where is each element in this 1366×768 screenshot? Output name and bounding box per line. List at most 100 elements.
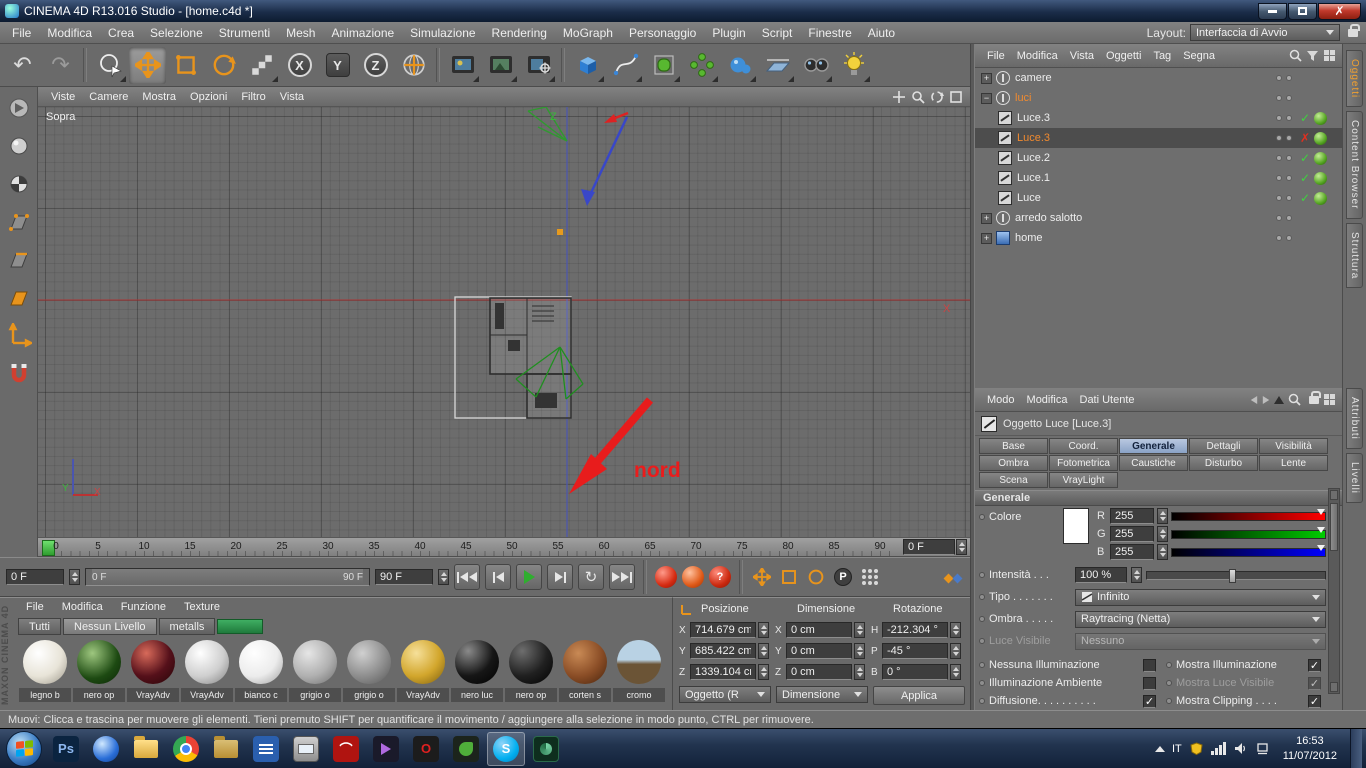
action-center-icon[interactable]: [1255, 741, 1270, 756]
tree-item-home[interactable]: + home: [975, 228, 1342, 248]
color-b-slider[interactable]: [1171, 544, 1326, 557]
redo-button[interactable]: ↷: [42, 47, 79, 84]
color-b-field[interactable]: 255: [1110, 544, 1154, 560]
side-tab-struttura[interactable]: Struttura: [1346, 222, 1363, 289]
tree-item-luci[interactable]: − luci: [975, 88, 1342, 108]
modeling-settings-button[interactable]: [243, 47, 280, 84]
stepper[interactable]: [950, 664, 961, 680]
tab-generale[interactable]: Generale: [1119, 438, 1188, 454]
make-editable-button[interactable]: [2, 90, 36, 126]
am-panel-icon[interactable]: [1323, 393, 1336, 406]
ruler-frame-stepper[interactable]: [956, 539, 967, 555]
previous-frame-button[interactable]: [485, 564, 511, 590]
taskbar-skype[interactable]: S: [487, 731, 525, 766]
am-menu-modo[interactable]: Modo: [981, 393, 1021, 407]
add-floor-button[interactable]: [759, 47, 796, 84]
taskbar-chrome[interactable]: [167, 732, 205, 766]
vp-menu-vista[interactable]: Vista: [273, 90, 311, 104]
visibility-dots[interactable]: [1276, 115, 1292, 121]
start-button[interactable]: [6, 730, 42, 767]
collapse-icon[interactable]: −: [981, 92, 992, 104]
add-camera-button[interactable]: [797, 47, 834, 84]
update-shield-icon[interactable]: [1189, 741, 1204, 756]
keyframe-dot[interactable]: [979, 680, 985, 686]
menu-crea[interactable]: Crea: [100, 24, 142, 42]
rotation-b-field[interactable]: 0 °: [882, 664, 948, 680]
tree-item-luce3b-selected[interactable]: Luce.3 ✗: [975, 128, 1342, 148]
mat-menu-modifica[interactable]: Modifica: [54, 600, 111, 614]
tab-vraylight[interactable]: VrayLight: [1049, 472, 1118, 488]
tab-coord[interactable]: Coord.: [1049, 438, 1118, 454]
tray-expand-icon[interactable]: [1154, 745, 1165, 752]
om-menu-modifica[interactable]: Modifica: [1011, 49, 1064, 63]
tab-scena[interactable]: Scena: [979, 472, 1048, 488]
material-item[interactable]: grigio o: [288, 638, 342, 702]
menu-script[interactable]: Script: [754, 24, 801, 42]
tab-fotometrica[interactable]: Fotometrica: [1049, 455, 1118, 471]
scrollbar-thumb[interactable]: [1330, 503, 1338, 551]
keyframe-selection-button[interactable]: [942, 566, 964, 588]
stepper[interactable]: [950, 643, 961, 659]
section-header[interactable]: Generale: [975, 490, 1342, 506]
vp-pan-icon[interactable]: [891, 89, 907, 105]
record-rotation-toggle[interactable]: [805, 566, 827, 588]
tree-item-camere[interactable]: + camere: [975, 68, 1342, 88]
material-item[interactable]: cromo: [612, 638, 666, 702]
om-menu-oggetti[interactable]: Oggetti: [1100, 49, 1147, 63]
taskbar-photoshop[interactable]: Ps: [47, 732, 85, 766]
timeline-ruler[interactable]: 0 5 10 15 20 25 30 35 40 45 50 55 60 65 …: [38, 537, 970, 557]
record-position-toggle[interactable]: [751, 566, 773, 588]
goto-start-button[interactable]: [454, 564, 480, 590]
color-g-slider[interactable]: [1171, 526, 1326, 539]
stepper[interactable]: [758, 664, 769, 680]
tab-visibilita[interactable]: Visibilità: [1259, 438, 1328, 454]
keyframe-dot[interactable]: [979, 662, 985, 668]
close-button[interactable]: ✗: [1318, 2, 1361, 20]
visibility-dots[interactable]: [1276, 175, 1292, 181]
menu-rendering[interactable]: Rendering: [484, 24, 555, 42]
lock-z-axis-button[interactable]: Z: [357, 47, 394, 84]
taskbar-projector-app[interactable]: [287, 732, 325, 766]
menu-modifica[interactable]: Modifica: [39, 24, 100, 42]
visibility-dots[interactable]: [1276, 155, 1292, 161]
taskbar-folder-2[interactable]: [207, 732, 245, 766]
side-tab-content-browser[interactable]: Content Browser: [1346, 111, 1363, 219]
keyframe-dot[interactable]: [979, 698, 985, 704]
visibility-dots[interactable]: [1276, 75, 1292, 81]
enabled-check-icon[interactable]: ✓: [1300, 191, 1310, 205]
material-item[interactable]: corten s: [558, 638, 612, 702]
add-metaball-button[interactable]: [721, 47, 758, 84]
menu-personaggio[interactable]: Personaggio: [621, 24, 704, 42]
rotate-button[interactable]: [205, 47, 242, 84]
material-item[interactable]: nero op: [72, 638, 126, 702]
side-tab-oggetti[interactable]: Oggetti: [1346, 50, 1363, 108]
vp-menu-camere[interactable]: Camere: [82, 90, 135, 104]
position-z-field[interactable]: 1339.104 cm: [690, 664, 756, 680]
visibility-dots[interactable]: [1276, 195, 1292, 201]
intensity-field[interactable]: 100 %: [1075, 567, 1127, 583]
history-forward-icon[interactable]: [1262, 395, 1270, 404]
tab-dettagli[interactable]: Dettagli: [1189, 438, 1258, 454]
minimize-button[interactable]: [1258, 2, 1287, 20]
vp-menu-filtro[interactable]: Filtro: [234, 90, 272, 104]
keyframe-dot[interactable]: [979, 594, 985, 600]
am-lock-icon[interactable]: [1309, 390, 1321, 404]
move-button[interactable]: [129, 46, 166, 84]
position-x-field[interactable]: 714.679 cm: [690, 622, 756, 638]
color-swatch[interactable]: [1063, 508, 1089, 544]
vp-menu-mostra[interactable]: Mostra: [135, 90, 183, 104]
attribute-scrollbar[interactable]: [1328, 488, 1340, 694]
record-parameter-toggle[interactable]: P: [832, 566, 854, 588]
tree-item-luce3a[interactable]: Luce.3 ✓: [975, 108, 1342, 128]
taskbar-explorer[interactable]: [127, 732, 165, 766]
render-view-button[interactable]: [444, 47, 481, 84]
ruler-frame-field[interactable]: 0 F: [903, 539, 955, 555]
taskbar-reader-app[interactable]: ⌒: [327, 732, 365, 766]
texture-mode-button[interactable]: [2, 166, 36, 202]
layout-lock-icon[interactable]: [1348, 23, 1360, 37]
up-icon[interactable]: [1274, 395, 1284, 404]
menu-file[interactable]: File: [4, 24, 39, 42]
end-frame-field[interactable]: 90 F: [375, 569, 433, 585]
enabled-check-icon[interactable]: ✓: [1300, 171, 1310, 185]
expand-icon[interactable]: +: [981, 232, 992, 244]
